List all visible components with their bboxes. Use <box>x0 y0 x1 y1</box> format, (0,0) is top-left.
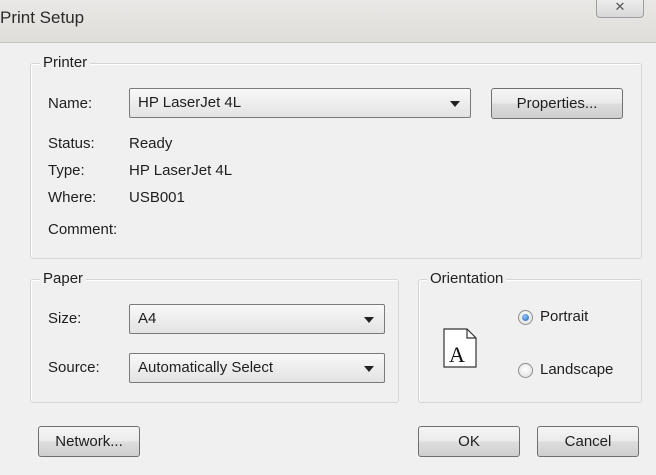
printer-group-label: Printer <box>40 54 91 72</box>
chevron-down-icon <box>450 101 460 107</box>
portrait-label[interactable]: Portrait <box>540 308 588 326</box>
page-glyph: A <box>449 342 465 367</box>
cancel-button[interactable]: Cancel <box>537 426 639 457</box>
close-icon: ✕ <box>614 0 626 14</box>
portrait-page-icon: A <box>443 328 477 368</box>
dialog-client-area: Printer Name: HP LaserJet 4L Properties.… <box>0 43 656 475</box>
window-title: Print Setup <box>0 8 85 27</box>
type-value: HP LaserJet 4L <box>129 162 233 179</box>
status-value: Ready <box>129 135 173 152</box>
orientation-group-label: Orientation <box>427 270 507 288</box>
paper-size-value: A4 <box>138 310 157 327</box>
type-label: Type: <box>48 162 85 179</box>
network-button[interactable]: Network... <box>38 426 140 457</box>
landscape-label[interactable]: Landscape <box>540 361 613 379</box>
paper-source-value: Automatically Select <box>138 359 274 376</box>
size-label: Size: <box>48 310 82 327</box>
close-button[interactable]: ✕ <box>596 0 644 18</box>
portrait-radio[interactable] <box>518 310 533 325</box>
printer-group: Printer Name: HP LaserJet 4L Properties.… <box>30 54 642 259</box>
paper-group: Paper Size: A4 Source: Automatically Sel… <box>30 270 399 403</box>
where-value: USB001 <box>129 189 185 206</box>
orientation-group: Orientation A Portrait Landscape <box>418 270 642 403</box>
printer-name-select[interactable]: HP LaserJet 4L <box>129 88 471 118</box>
status-label: Status: <box>48 135 95 152</box>
title-bar: Print Setup ✕ <box>0 0 656 43</box>
paper-source-select[interactable]: Automatically Select <box>129 353 385 383</box>
properties-button[interactable]: Properties... <box>491 88 623 119</box>
where-label: Where: <box>48 189 97 206</box>
paper-group-label: Paper <box>40 270 87 288</box>
source-label: Source: <box>48 359 100 376</box>
comment-label: Comment: <box>48 221 118 238</box>
landscape-radio[interactable] <box>518 363 533 378</box>
name-label: Name: <box>48 95 93 112</box>
ok-button[interactable]: OK <box>418 426 520 457</box>
chevron-down-icon <box>364 317 374 323</box>
printer-name-value: HP LaserJet 4L <box>138 94 242 111</box>
chevron-down-icon <box>364 366 374 372</box>
paper-size-select[interactable]: A4 <box>129 304 385 334</box>
